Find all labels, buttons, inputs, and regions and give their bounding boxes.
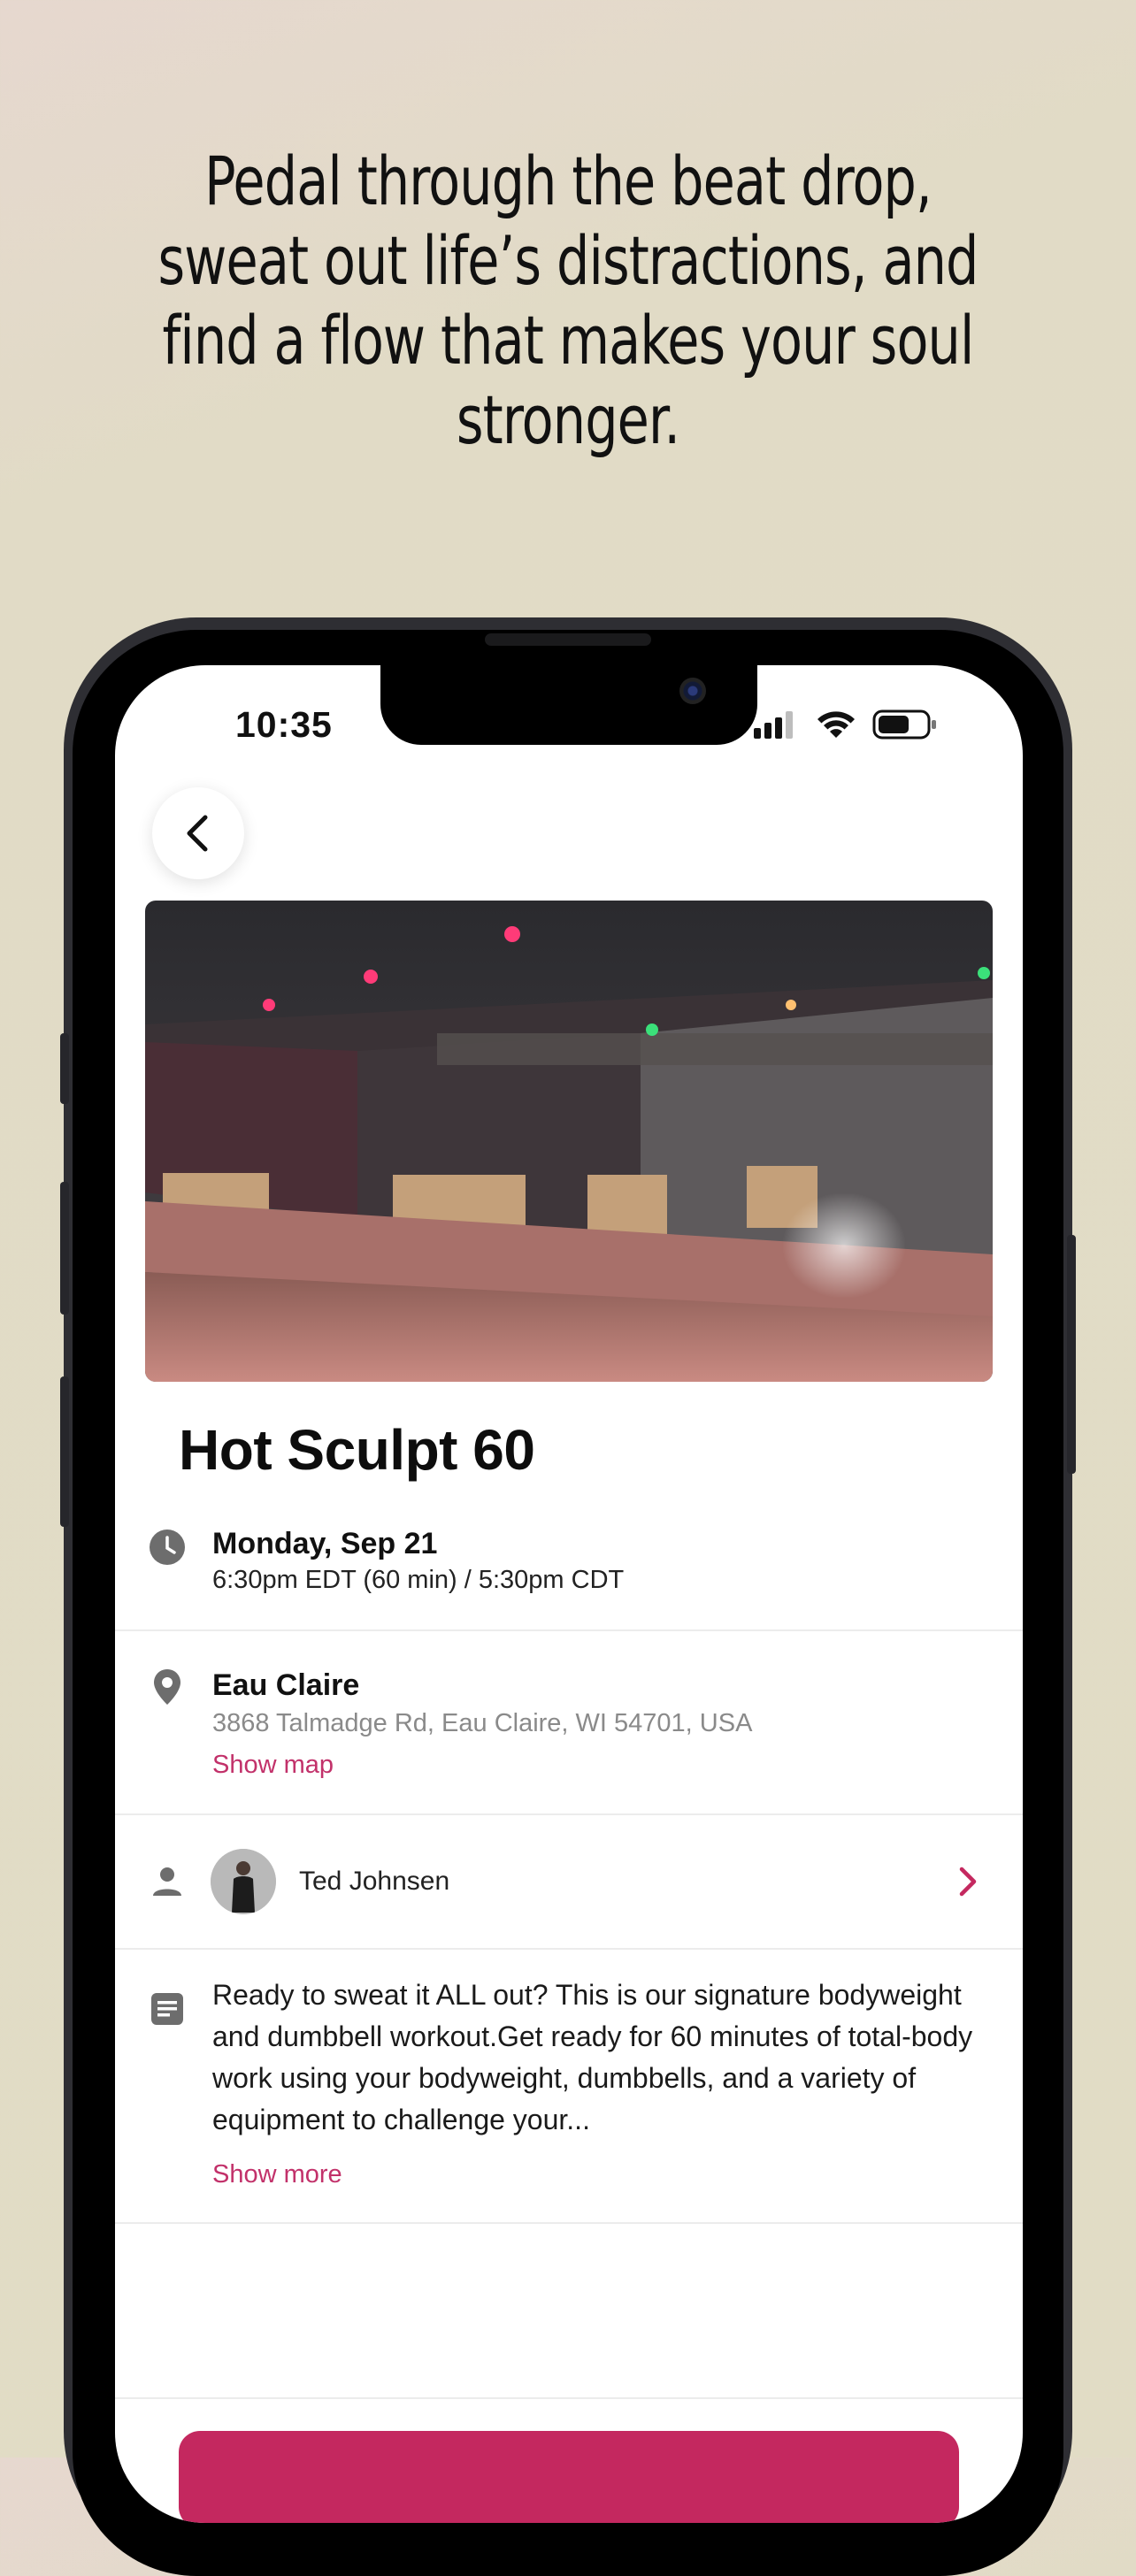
status-time: 10:35 — [235, 704, 333, 745]
signal-icon — [754, 711, 793, 739]
person-icon — [149, 1863, 186, 1900]
description-icon — [149, 1990, 186, 2028]
back-button[interactable] — [152, 787, 244, 879]
location-address: 3868 Talmadge Rd, Eau Claire, WI 54701, … — [212, 1709, 753, 1737]
app-screen: 10:35 Hot Sculpt 60 Monday, Sep 21 6:30p… — [115, 665, 1023, 2523]
divider — [115, 2397, 1023, 2399]
phone-speaker — [485, 633, 651, 646]
clock-icon — [149, 1529, 186, 1566]
divider — [115, 2222, 1023, 2224]
camera-icon — [679, 678, 706, 704]
show-map-link[interactable]: Show map — [212, 1751, 334, 1780]
divider — [115, 1813, 1023, 1815]
wifi-icon — [817, 711, 855, 738]
phone-button — [1067, 1235, 1076, 1474]
studio-photo — [145, 901, 993, 1382]
instructor-name[interactable]: Ted Johnsen — [299, 1867, 449, 1897]
instructor-avatar[interactable] — [211, 1849, 276, 1914]
phone-button — [60, 1376, 69, 1527]
class-description: Ready to sweat it ALL out? This is our s… — [212, 1979, 973, 2135]
class-time-range: 6:30pm EDT (60 min) / 5:30pm CDT — [212, 1566, 625, 1594]
class-date: Monday, Sep 21 — [212, 1527, 438, 1560]
location-name: Eau Claire — [212, 1668, 360, 1702]
instructor-chevron-icon[interactable] — [957, 1865, 979, 1903]
divider — [115, 1629, 1023, 1631]
phone-button — [60, 1182, 69, 1315]
promo-headline: Pedal through the beat drop, sweat out l… — [157, 142, 979, 459]
class-title: Hot Sculpt 60 — [179, 1418, 535, 1482]
location-pin-icon — [149, 1668, 186, 1706]
status-icons — [754, 709, 938, 740]
notch — [380, 665, 757, 745]
chevron-left-icon — [187, 815, 208, 852]
divider — [115, 1948, 1023, 1950]
phone-button — [60, 1033, 69, 1104]
battery-icon — [872, 709, 936, 740]
book-button[interactable] — [179, 2431, 959, 2523]
show-more-link[interactable]: Show more — [212, 2160, 342, 2189]
